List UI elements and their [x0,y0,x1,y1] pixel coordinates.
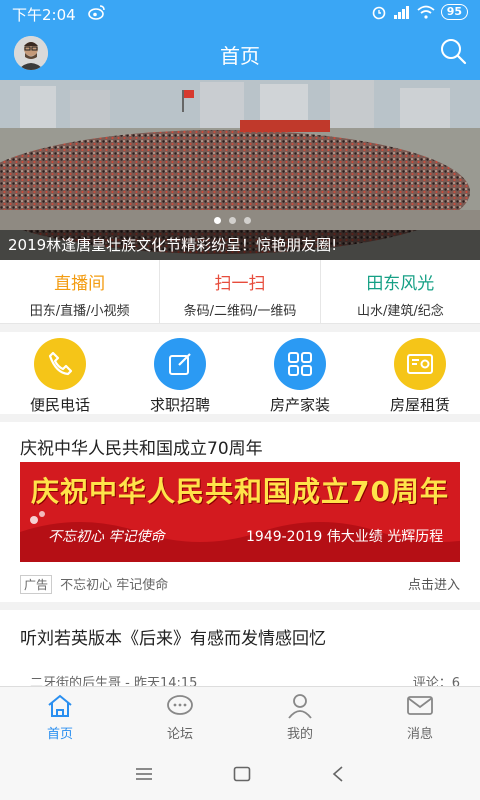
search-icon[interactable] [438,36,468,66]
screen: 下午2:04 95 首页 2019林逢唐皇壮族文化节精彩纷呈！惊艳朋友圈! 直播… [0,0,480,800]
tab-label: 我的 [286,727,313,742]
ad-banner-image[interactable]: 庆祝中华人民共和国成立70周年 不忘初心 牢记使命 1949-2019 伟大业绩… [20,462,460,562]
tab-messages[interactable]: 消息 [360,687,480,748]
carousel-dot[interactable] [214,217,221,224]
user-icon [288,694,312,719]
mail-icon [407,696,433,715]
status-bar: 下午2:04 95 [0,0,480,26]
weibo-icon [88,5,105,20]
feature-scan[interactable]: 扫一扫 条码/二维码/一维码 [160,260,321,323]
banner-carousel[interactable]: 2019林逢唐皇壮族文化节精彩纷呈！惊艳朋友圈! [0,80,480,260]
feature-title: 直播间 [54,274,106,294]
header: 首页 [0,26,480,80]
article-card-ad[interactable]: 庆祝中华人民共和国成立70周年 庆祝中华人民共和国成立70周年 不忘初心 牢记使… [0,422,480,602]
tab-label: 消息 [406,727,433,742]
feature-row: 直播间 田东/直播/小视频 扫一扫 条码/二维码/一维码 田东风光 山水/建筑/… [0,260,480,324]
feature-subtitle: 田东/直播/小视频 [29,304,130,319]
service-housing[interactable]: 房产家装 [240,332,360,414]
article-meta: 广告 不忘初心 牢记使命 点击进入 [20,574,460,594]
feature-subtitle: 条码/二维码/一维码 [183,304,297,319]
banner-caption[interactable]: 2019林逢唐皇壮族文化节精彩纷呈！惊艳朋友圈! [0,230,480,260]
article-card[interactable]: 听刘若英版本《后来》有感而发情感回忆 二牙街的后生哥 - 昨天14:15 评论：… [0,610,480,691]
back-icon[interactable] [331,766,345,782]
status-right: 95 [371,4,468,20]
feature-scenery[interactable]: 田东风光 山水/建筑/纪念 [321,260,480,323]
feature-subtitle: 山水/建筑/纪念 [356,304,444,319]
grid-icon [274,338,326,390]
tab-bar: 首页 论坛 我的 消息 [0,686,480,748]
service-rental[interactable]: 房屋租赁 [360,332,480,414]
article-title[interactable]: 听刘若英版本《后来》有感而发情感回忆 [20,624,326,649]
alarm-icon [372,6,385,20]
carousel-dots [214,217,251,224]
article-summary: 不忘初心 牢记使命 [60,578,169,593]
article-title[interactable]: 庆祝中华人民共和国成立70周年 [20,434,263,459]
tab-mine[interactable]: 我的 [240,687,360,748]
battery-indicator: 95 [440,4,468,20]
menu-icon[interactable] [135,767,153,781]
home-icon [48,694,72,717]
feature-live[interactable]: 直播间 田东/直播/小视频 [0,260,161,323]
service-phone[interactable]: 便民电话 [0,332,120,414]
phone-icon [34,338,86,390]
status-time: 下午2:04 [12,6,76,24]
service-jobs[interactable]: 求职招聘 [120,332,240,414]
ad-slogan: 不忘初心 牢记使命 [48,529,165,545]
feature-title: 扫一扫 [214,274,266,294]
service-grid: 便民电话 求职招聘 房产家装 房屋租赁 [0,332,480,414]
enter-link[interactable]: 点击进入 [408,574,460,593]
ad-headline: 庆祝中华人民共和国成立70周年 [31,475,449,508]
page-title: 首页 [220,44,260,68]
carousel-dot[interactable] [244,217,251,224]
service-label: 房产家装 [269,396,330,414]
carousel-dot[interactable] [229,217,236,224]
service-label: 便民电话 [29,396,90,414]
signal-icon [393,6,409,19]
feature-title: 田东风光 [366,274,435,294]
chat-icon [167,695,193,715]
tab-home[interactable]: 首页 [0,687,120,748]
tab-label: 论坛 [166,727,193,742]
system-nav-bar [0,748,480,800]
top-bar: 下午2:04 95 首页 [0,0,480,80]
card-icon [394,338,446,390]
service-label: 求职招聘 [149,396,210,414]
tab-forum[interactable]: 论坛 [120,687,240,748]
home-button-icon[interactable] [233,766,251,782]
wifi-icon [417,5,435,19]
ad-years: 1949-2019 伟大业绩 光辉历程 [246,529,444,545]
ad-tag: 广告 [20,575,53,594]
edit-icon [154,338,206,390]
tab-label: 首页 [46,727,73,742]
service-label: 房屋租赁 [389,396,450,414]
